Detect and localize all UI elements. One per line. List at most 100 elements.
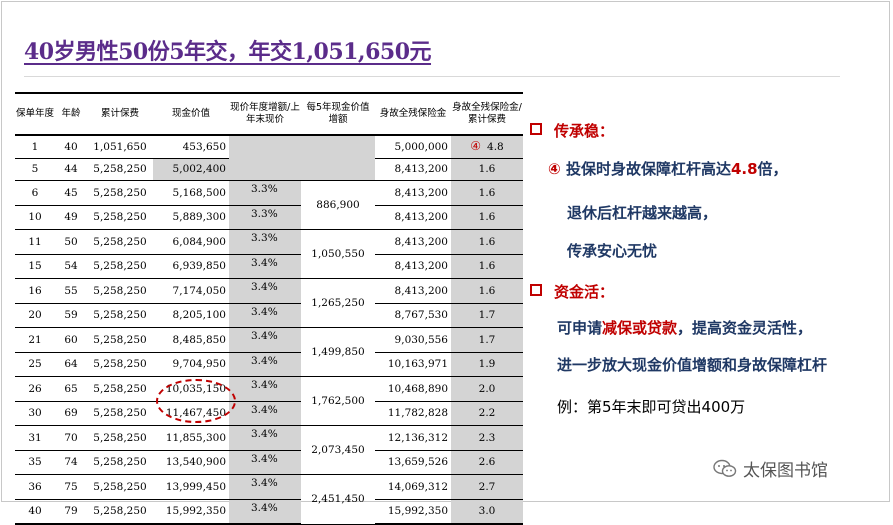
cell-year: 21 — [15, 327, 55, 353]
cell-premium: 5,258,250 — [87, 474, 153, 500]
cell-growth: 3.4% — [229, 401, 301, 426]
watermark-logo: 太保图书馆 — [713, 456, 828, 481]
cell-multiple: 1.7 — [451, 327, 523, 353]
table-row: 15 54 5,258,250 6,939,850 3.4% 8,413,200… — [15, 254, 523, 279]
cell-five-year-increase: 886,900 — [301, 180, 375, 230]
cell-premium: 5,258,250 — [87, 180, 153, 206]
cell-age: 59 — [55, 303, 87, 328]
cell-multiple: 1.6 — [451, 205, 523, 230]
cell-five-year-increase: 1,762,500 — [301, 376, 375, 426]
cell-benefit: 14,069,312 — [375, 474, 451, 500]
cell-five-year-increase: 2,073,450 — [301, 425, 375, 475]
cell-year: 35 — [15, 450, 55, 475]
cell-growth: 3.4% — [229, 499, 301, 525]
cell-growth: 3.3% — [229, 205, 301, 230]
cell-benefit: 11,782,828 — [375, 401, 451, 426]
cell-multiple: 1.6 — [451, 278, 523, 304]
table-row: 31 70 5,258,250 11,855,300 3.4% 2,073,45… — [15, 425, 523, 475]
title-divider — [24, 76, 840, 77]
loan-option-line: 可申请减保或贷款，提高资金灵活性， — [557, 319, 813, 337]
cell-multiple: 1.6 — [451, 158, 523, 181]
cell-year: 16 — [15, 278, 55, 304]
cell-benefit: 8,413,200 — [375, 254, 451, 279]
table-row: 20 59 5,258,250 8,205,100 3.4% 8,767,530… — [15, 303, 523, 328]
cell-benefit: 8,767,530 — [375, 303, 451, 328]
cell-premium: 5,258,250 — [87, 499, 153, 525]
cell-age: 50 — [55, 229, 87, 255]
table-row: 1 40 1,051,650 453,650 5,000,000 ④ 4.8 — [15, 135, 523, 181]
cell-growth: 3.4% — [229, 278, 301, 304]
cell-year: 36 — [15, 474, 55, 500]
highlight-ellipse — [156, 379, 236, 423]
cell-five-year-increase: 1,050,550 — [301, 229, 375, 279]
cell-growth: 3.4% — [229, 376, 301, 402]
cell-premium: 5,258,250 — [87, 303, 153, 328]
cell-five-year-increase: 1,499,850 — [301, 327, 375, 377]
cell-growth: 3.4% — [229, 425, 301, 451]
table-row: 21 60 5,258,250 8,485,850 3.4% 1,499,850… — [15, 327, 523, 377]
cell-empty-shaded — [229, 135, 375, 181]
cell-benefit: 8,413,200 — [375, 278, 451, 304]
cell-age: 45 — [55, 180, 87, 206]
square-bullet-icon — [530, 123, 542, 135]
cell-year: 5 — [15, 158, 55, 181]
cell-year: 11 — [15, 229, 55, 255]
cell-cash-value: 7,174,050 — [153, 278, 229, 304]
cell-growth: 3.4% — [229, 474, 301, 500]
cell-cash-value: 6,939,850 — [153, 254, 229, 279]
header-benefit-multiple: 身故全残保险金/累计保费 — [451, 92, 523, 136]
table-row: 35 74 5,258,250 13,540,900 3.4% 13,659,5… — [15, 450, 523, 475]
cell-premium: 5,258,250 — [87, 376, 153, 402]
cell-cash-value: 9,704,950 — [153, 352, 229, 377]
cell-benefit: 8,413,200 — [375, 158, 451, 181]
cell-age: 44 — [55, 158, 87, 181]
cell-age: 75 — [55, 474, 87, 500]
cell-multiple: 2.7 — [451, 474, 523, 500]
table-row: 10 49 5,258,250 5,889,300 3.3% 8,413,200… — [15, 205, 523, 230]
cell-benefit: 5,000,000 — [375, 135, 451, 159]
cell-five-year-increase: 1,265,250 — [301, 278, 375, 328]
header-cumulative-premium: 累计保费 — [87, 92, 153, 136]
cell-year: 6 — [15, 180, 55, 206]
cell-benefit: 10,468,890 — [375, 376, 451, 402]
cell-age: 40 — [55, 135, 87, 159]
cell-year: 20 — [15, 303, 55, 328]
cell-multiple: 1.6 — [451, 254, 523, 279]
loan-example-line: 例：第5年末即可贷出400万 — [557, 398, 746, 416]
cell-year: 1 — [15, 135, 55, 159]
cell-premium: 5,258,250 — [87, 352, 153, 377]
cell-age: 79 — [55, 499, 87, 525]
cell-year: 26 — [15, 376, 55, 402]
cell-growth: 3.4% — [229, 303, 301, 328]
cell-cash-value: 5,002,400 — [153, 158, 229, 181]
cell-five-year-increase: 2,451,450 — [301, 474, 375, 525]
cell-age: 70 — [55, 425, 87, 451]
cell-age: 54 — [55, 254, 87, 279]
cell-premium: 5,258,250 — [87, 229, 153, 255]
benefit-table: 保单年度 年龄 累计保费 现金价值 现价年度增额/上年末现价 每5年现金价值增额… — [15, 92, 523, 525]
cell-premium: 5,258,250 — [87, 254, 153, 279]
cell-multiple: 2.2 — [451, 401, 523, 426]
cell-benefit: 8,413,200 — [375, 229, 451, 255]
square-bullet-icon — [530, 284, 542, 296]
cell-multiple: 1.9 — [451, 352, 523, 377]
table-row: 30 69 5,258,250 11,467,450 3.4% 11,782,8… — [15, 401, 523, 426]
cell-multiple: 1.7 — [451, 303, 523, 328]
cell-age: 60 — [55, 327, 87, 353]
cell-cash-value: 13,540,900 — [153, 450, 229, 475]
heading-flexible-funds: 资金活： — [530, 281, 614, 302]
cell-premium: 5,258,250 — [87, 158, 153, 181]
cell-age: 69 — [55, 401, 87, 426]
cell-multiple: 2.3 — [451, 425, 523, 451]
retirement-leverage-line: 退休后杠杆越来越高， — [567, 204, 718, 222]
leverage-point: ④ 投保时身故保障杠杆高达4.8倍， — [548, 160, 788, 178]
cell-premium: 5,258,250 — [87, 278, 153, 304]
table-row: 16 55 5,258,250 7,174,050 3.4% 1,265,250… — [15, 278, 523, 328]
cell-multiple: 3.0 — [451, 499, 523, 525]
cell-cash-value: 15,992,350 — [153, 499, 229, 525]
cell-cash-value: 5,168,500 — [153, 180, 229, 206]
header-policy-year: 保单年度 — [15, 92, 55, 136]
cell-growth: 3.4% — [229, 254, 301, 279]
cell-premium: 1,051,650 — [87, 135, 153, 159]
header-five-year-increase: 每5年现金价值增额 — [301, 92, 375, 136]
